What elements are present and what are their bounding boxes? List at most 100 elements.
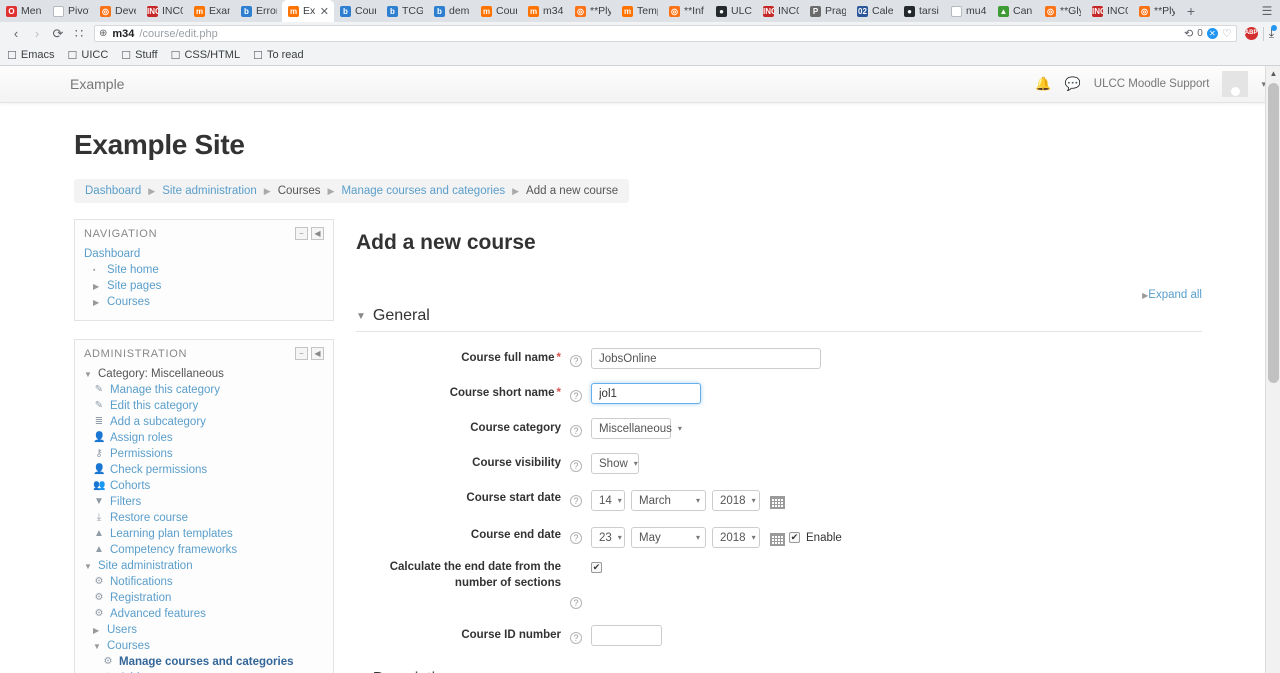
close-icon[interactable]: ✕	[320, 5, 329, 18]
sidebar-item-manage-courses-and-categories[interactable]: ⚙ Manage courses and categories	[84, 654, 324, 670]
sidebar-item-label[interactable]: Learning plan templates	[110, 528, 233, 540]
favorite-heart-icon[interactable]: ♡	[1222, 27, 1232, 40]
sidebar-item-check-permissions[interactable]: 👤 Check permissions	[84, 462, 324, 478]
breadcrumb-item[interactable]: Dashboard	[85, 185, 141, 197]
browser-tab[interactable]: m Exam	[188, 0, 235, 22]
chevron-right-icon[interactable]: ▶	[93, 298, 102, 307]
bookmark-item[interactable]: ☐ To read	[253, 49, 304, 62]
browser-tab[interactable]: b Cour	[334, 0, 381, 22]
sidebar-item-label[interactable]: Courses	[107, 296, 150, 308]
sidebar-item-label[interactable]: Advanced features	[110, 608, 206, 620]
browser-tab[interactable]: P Prag	[804, 0, 851, 22]
browser-tab[interactable]: ● tarsi	[898, 0, 945, 22]
sidebar-item-site-home[interactable]: ▪ Site home	[84, 262, 324, 278]
chevron-right-icon[interactable]: ▶	[93, 626, 102, 635]
end-date-month-select[interactable]: May ▾	[631, 527, 706, 548]
sidebar-item-notifications[interactable]: ⚙ Notifications	[84, 574, 324, 590]
start-date-day-select[interactable]: 14 ▾	[591, 490, 625, 511]
expand-all-link[interactable]: ▶Expand all	[1139, 289, 1202, 301]
browser-tab[interactable]: ◎ **Ply	[1133, 0, 1180, 22]
browser-tab[interactable]: ▤ Pivot	[47, 0, 94, 22]
sidebar-item-add-a-subcategory[interactable]: ≣ Add a subcategory	[84, 414, 324, 430]
back-button[interactable]: ‹	[6, 24, 26, 44]
sidebar-item-cohorts[interactable]: 👥 Cohorts	[84, 478, 324, 494]
browser-tab[interactable]: ◎ **Ply	[569, 0, 616, 22]
sidebar-item-label[interactable]: Cohorts	[110, 480, 150, 492]
browser-tab[interactable]: ▤ mu4	[945, 0, 992, 22]
course-id-number-input[interactable]	[591, 625, 662, 646]
browser-tab[interactable]: m Temp	[616, 0, 663, 22]
sidebar-item-manage-this-category[interactable]: ✎ Manage this category	[84, 382, 324, 398]
site-info-icon[interactable]: ⊕	[99, 28, 107, 39]
sidebar-item-label[interactable]: Notifications	[110, 576, 173, 588]
sidebar-item-label[interactable]: Courses	[107, 640, 150, 652]
sidebar-item-site-pages[interactable]: ▶ Site pages	[84, 278, 324, 294]
bookmark-item[interactable]: ☐ UICC	[68, 49, 109, 62]
browser-tab[interactable]: ● ULCC	[710, 0, 757, 22]
sidebar-item-label[interactable]: Restore course	[110, 512, 188, 524]
bookmark-item[interactable]: ☐ Emacs	[7, 49, 55, 62]
browser-tab[interactable]: ◎ **Inf	[663, 0, 710, 22]
course-full-name-input[interactable]	[591, 348, 821, 369]
calendar-icon[interactable]	[770, 532, 785, 546]
sidebar-item-dashboard[interactable]: Dashboard	[84, 246, 324, 262]
help-course-id-number[interactable]: ?	[561, 623, 591, 646]
dock-icon[interactable]: ◀	[311, 227, 324, 240]
browser-tab[interactable]: INC INC0	[141, 0, 188, 22]
bookmark-item[interactable]: ☐ Stuff	[121, 49, 157, 62]
sidebar-item-label[interactable]: Site administration	[98, 560, 193, 572]
chevron-down-icon[interactable]: ▼	[84, 562, 93, 571]
help-course-short-name[interactable]: ?	[561, 381, 591, 404]
breadcrumb-item[interactable]: Site administration	[162, 185, 257, 197]
adblock-icon[interactable]: ABP	[1244, 27, 1258, 40]
end-date-day-select[interactable]: 23 ▾	[591, 527, 625, 548]
tab-list-menu-icon[interactable]: ☰	[1254, 0, 1280, 22]
messages-icon[interactable]: 💬	[1065, 76, 1081, 92]
sidebar-item-restore-course[interactable]: ⤓ Restore course	[84, 510, 324, 526]
browser-tab[interactable]: b TCG	[381, 0, 428, 22]
sidebar-item-label[interactable]: Edit this category	[110, 400, 198, 412]
browser-tab[interactable]: b dem	[428, 0, 475, 22]
sidebar-item-permissions[interactable]: ⚷ Permissions	[84, 446, 324, 462]
chevron-right-icon[interactable]: ▶	[93, 282, 102, 291]
bullet-icon[interactable]: ▪	[93, 267, 102, 274]
sidebar-item-label[interactable]: Assign roles	[110, 432, 173, 444]
sidebar-item-assign-roles[interactable]: 👤 Assign roles	[84, 430, 324, 446]
sidebar-item-competency-frameworks[interactable]: ▲ Competency frameworks	[84, 542, 324, 558]
help-course-start-date[interactable]: ?	[561, 486, 591, 509]
download-icon[interactable]: ⤓	[1269, 25, 1277, 41]
avatar[interactable]	[1222, 71, 1249, 97]
navbar-brand[interactable]: Example	[70, 76, 124, 92]
section-header-general[interactable]: ▼ General	[356, 307, 1202, 332]
sidebar-item-label[interactable]: Site home	[107, 264, 159, 276]
sidebar-item-label[interactable]: Site pages	[107, 280, 161, 292]
help-calculate-end-date[interactable]: ?	[561, 560, 591, 611]
new-tab-button[interactable]: +	[1180, 0, 1202, 22]
sidebar-item-label[interactable]: Competency frameworks	[110, 544, 237, 556]
browser-tab[interactable]: ◎ **Gly	[1039, 0, 1086, 22]
sidebar-item-label[interactable]: Dashboard	[84, 248, 140, 260]
sidebar-item-courses[interactable]: ▼ Courses	[84, 638, 324, 654]
scrollbar-thumb[interactable]	[1268, 83, 1279, 383]
calendar-icon[interactable]	[770, 495, 785, 509]
sidebar-item-category-miscellaneous[interactable]: ▼ Category: Miscellaneous	[84, 366, 324, 382]
browser-tab[interactable]: INC INC0	[757, 0, 804, 22]
sidebar-item-registration[interactable]: ⚙ Registration	[84, 590, 324, 606]
forward-button[interactable]: ›	[27, 24, 47, 44]
reload-button[interactable]: ⟳	[48, 24, 68, 44]
bookmark-item[interactable]: ☐ CSS/HTML	[171, 49, 241, 62]
sidebar-item-label[interactable]: Registration	[110, 592, 171, 604]
dock-icon[interactable]: ◀	[311, 347, 324, 360]
sidebar-item-label[interactable]: Manage courses and categories	[119, 656, 293, 668]
reader-mode-icon[interactable]: ⟲	[1184, 27, 1193, 40]
sidebar-item-users[interactable]: ▶ Users	[84, 622, 324, 638]
browser-tab[interactable]: ◎ Deve	[94, 0, 141, 22]
sidebar-item-filters[interactable]: ▼ Filters	[84, 494, 324, 510]
collapse-icon[interactable]: −	[295, 227, 308, 240]
course-short-name-input[interactable]	[591, 383, 701, 404]
apps-grid-icon[interactable]: ∷	[69, 24, 89, 44]
sidebar-item-label[interactable]: Permissions	[110, 448, 173, 460]
browser-tab[interactable]: m Cour	[475, 0, 522, 22]
start-date-year-select[interactable]: 2018 ▾	[712, 490, 760, 511]
sidebar-item-advanced-features[interactable]: ⚙ Advanced features	[84, 606, 324, 622]
